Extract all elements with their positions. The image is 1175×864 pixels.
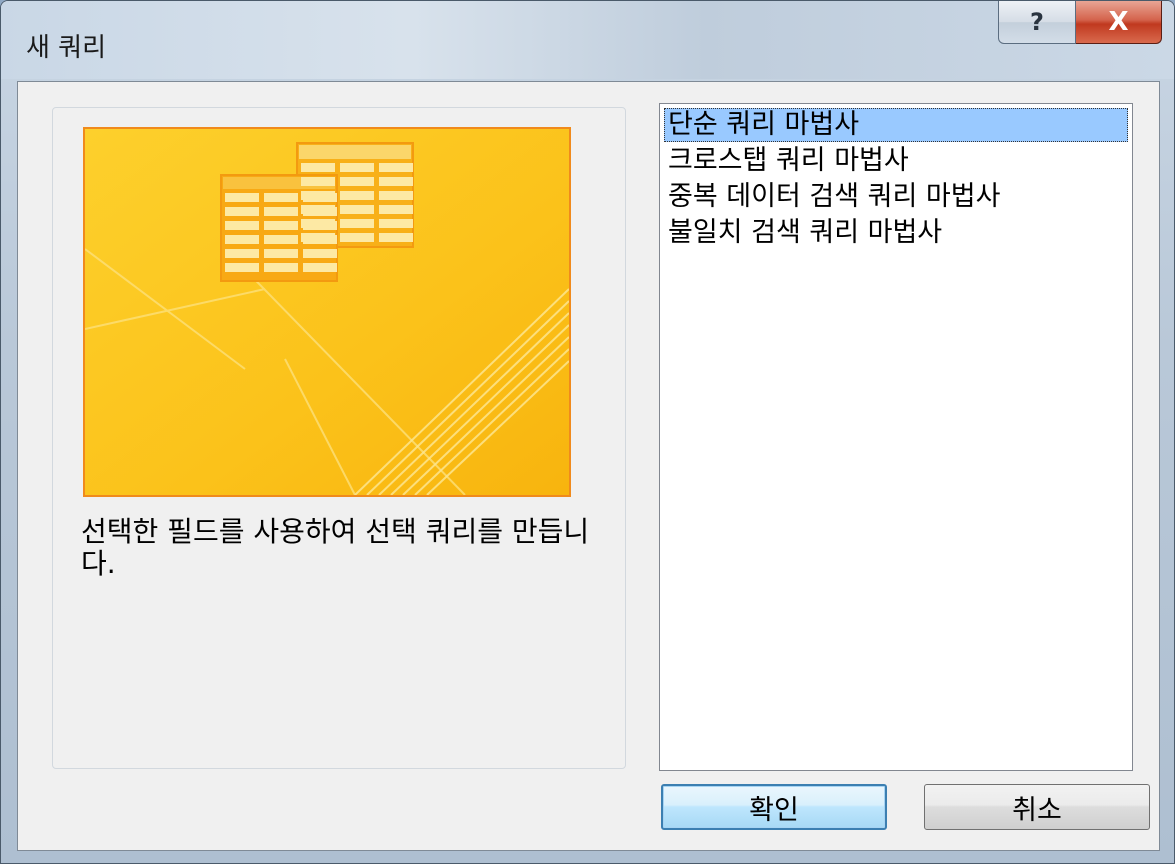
help-button[interactable]: ? xyxy=(998,1,1076,44)
table-cell xyxy=(340,219,374,228)
table-cell xyxy=(303,207,337,216)
table-cell xyxy=(303,235,337,244)
table-cell xyxy=(264,221,298,230)
table-cell xyxy=(301,163,335,172)
table-cell xyxy=(379,177,413,186)
dialog-title: 새 쿼리 xyxy=(26,33,107,63)
close-button[interactable]: X xyxy=(1076,1,1162,44)
table-cell xyxy=(225,263,259,272)
wizard-description: 선택한 필드를 사용하여 선택 쿼리를 만듭니다. xyxy=(81,515,590,580)
table-cell xyxy=(303,263,337,272)
table-cell xyxy=(225,235,259,244)
close-icon: X xyxy=(1108,7,1129,37)
title-buttons: ? X xyxy=(998,1,1162,44)
table-cell xyxy=(340,191,374,200)
table-cell xyxy=(264,235,298,244)
table-cell xyxy=(379,205,413,214)
table-cell xyxy=(379,191,413,200)
table-cell xyxy=(225,193,259,202)
table-cell xyxy=(264,249,298,258)
query-illustration xyxy=(85,129,569,495)
cancel-button[interactable]: 취소 xyxy=(924,784,1150,830)
table-cell xyxy=(264,263,298,272)
list-item-find-unmatched-query-wizard[interactable]: 불일치 검색 쿼리 마법사 xyxy=(664,216,942,250)
table-cell xyxy=(303,249,337,258)
table-cell xyxy=(379,163,413,172)
ok-button[interactable]: 확인 xyxy=(661,784,887,830)
table-cell xyxy=(225,249,259,258)
list-item-simple-query-wizard[interactable]: 단순 쿼리 마법사 xyxy=(664,108,1128,142)
help-icon: ? xyxy=(1030,8,1044,36)
title-bar[interactable]: 새 쿼리 ? X xyxy=(1,1,1174,79)
wizard-preview-image xyxy=(83,127,571,497)
table-cell xyxy=(264,193,298,202)
table-cell xyxy=(340,163,374,172)
table-cell xyxy=(379,233,413,242)
list-item-crosstab-query-wizard[interactable]: 크로스탭 쿼리 마법사 xyxy=(664,144,909,178)
wizard-list[interactable]: 단순 쿼리 마법사 크로스탭 쿼리 마법사 중복 데이터 검색 쿼리 마법사 불… xyxy=(659,103,1133,771)
preview-panel: 선택한 필드를 사용하여 선택 쿼리를 만듭니다. xyxy=(52,107,626,769)
table-cell xyxy=(264,207,298,216)
table-cell xyxy=(303,221,337,230)
table-cell xyxy=(301,177,335,186)
table-cell xyxy=(303,193,337,202)
table-cell xyxy=(340,233,374,242)
table-cell xyxy=(225,207,259,216)
list-item-find-duplicates-query-wizard[interactable]: 중복 데이터 검색 쿼리 마법사 xyxy=(664,180,1000,214)
table-cell xyxy=(225,221,259,230)
new-query-dialog: 새 쿼리 ? X 선택한 필드를 사용하여 선택 쿼리를 만듭니다. 단순 쿼리… xyxy=(0,0,1175,864)
table-cell xyxy=(340,205,374,214)
table-cell xyxy=(379,219,413,228)
table-cell xyxy=(340,177,374,186)
dialog-body: 선택한 필드를 사용하여 선택 쿼리를 만듭니다. 단순 쿼리 마법사 크로스탭… xyxy=(17,81,1160,851)
